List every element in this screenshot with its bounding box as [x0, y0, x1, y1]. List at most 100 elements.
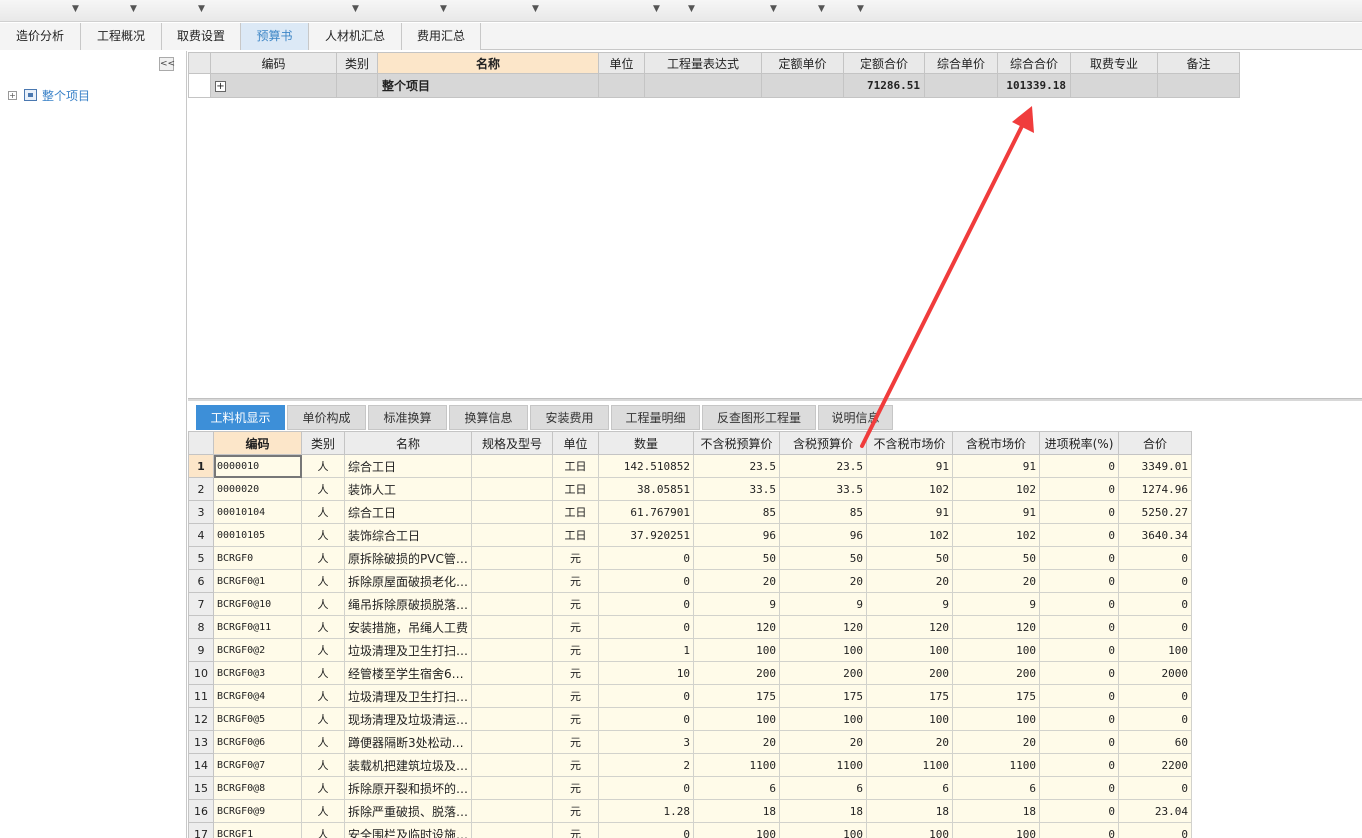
pre-tax-market-price-cell[interactable]: 200 [866, 661, 954, 685]
code-cell[interactable]: BCRGF0@7 [213, 753, 302, 777]
name-cell[interactable]: 拆除原屋面破损老化… [343, 569, 473, 593]
total-cell[interactable]: 5250.27 [1118, 500, 1193, 524]
row-number[interactable]: 2 [188, 477, 214, 501]
unit-cell[interactable]: 工日 [552, 500, 600, 524]
input-tax-rate-cell[interactable]: 0 [1039, 592, 1120, 616]
tax-incl-market-price-cell[interactable]: 18 [952, 799, 1041, 823]
row-number[interactable]: 11 [188, 684, 214, 708]
pre-tax-market-price-cell[interactable]: 120 [866, 615, 954, 639]
column-header[interactable]: 规格及型号 [471, 431, 554, 455]
total-cell[interactable]: 23.04 [1118, 799, 1193, 823]
name-cell[interactable]: 拆除原开裂和损坏的… [343, 776, 473, 800]
pre-tax-market-price-cell[interactable]: 18 [866, 799, 954, 823]
input-tax-rate-cell[interactable]: 0 [1039, 661, 1120, 685]
column-header[interactable]: 单位 [552, 431, 600, 455]
tab-quantity-detail[interactable]: 工程量明细 [611, 405, 700, 430]
chevron-down-icon[interactable]: ▼ [130, 4, 137, 14]
row-number[interactable]: 3 [188, 500, 214, 524]
comp-total-cell[interactable]: 101339.18 [997, 73, 1071, 98]
tree-item-label[interactable]: 整个项目 [42, 87, 90, 104]
spec-cell[interactable] [471, 546, 554, 570]
column-header[interactable]: 类别 [336, 52, 378, 74]
column-header[interactable]: 定额单价 [761, 52, 844, 74]
column-header[interactable]: 单位 [598, 52, 645, 74]
pane-splitter[interactable] [188, 398, 1362, 401]
tab-standard-conversion[interactable]: 标准换算 [368, 405, 447, 430]
unit-cell[interactable]: 元 [552, 546, 600, 570]
expression-cell[interactable] [644, 73, 762, 98]
type-cell[interactable]: 人 [301, 753, 345, 777]
quantity-cell[interactable]: 142.510852 [598, 454, 695, 478]
total-cell[interactable]: 0 [1118, 684, 1193, 708]
table-row[interactable]: 9 BCRGF0@2 人垃圾清理及卫生打扫… 元 1 100 100 100 100 0 100 [188, 638, 1193, 662]
row-number[interactable]: 6 [188, 569, 214, 593]
unit-cell[interactable]: 工日 [552, 477, 600, 501]
table-row[interactable]: 16 BCRGF0@9 人拆除严重破损、脱落… 元 1.28 18 18 18 18 0 23.04 [188, 799, 1193, 823]
table-row[interactable]: 1 0000010 人综合工日 工日 142.510852 23.5 23.5 91 91 0 33… [188, 454, 1193, 478]
tax-incl-market-price-cell[interactable]: 20 [952, 569, 1041, 593]
total-cell[interactable]: 1274.96 [1118, 477, 1193, 501]
total-cell[interactable]: 0 [1118, 615, 1193, 639]
column-header[interactable]: 工程量表达式 [644, 52, 762, 74]
tax-incl-market-price-cell[interactable]: 9 [952, 592, 1041, 616]
name-cell[interactable]: 安装措施，吊绳人工费 [343, 615, 473, 639]
tax-incl-budget-price-cell[interactable]: 120 [779, 615, 868, 639]
column-header[interactable]: 含税预算价 [779, 431, 868, 455]
quantity-cell[interactable]: 0 [598, 615, 695, 639]
name-cell[interactable]: 经管楼至学生宿舍6… [343, 661, 473, 685]
pre-tax-budget-price-cell[interactable]: 120 [693, 615, 781, 639]
tax-incl-market-price-cell[interactable]: 120 [952, 615, 1041, 639]
table-row[interactable]: + 整个项目 71286.51 101339.18 [188, 73, 1240, 98]
unit-cell[interactable]: 元 [552, 753, 600, 777]
expand-icon[interactable]: + [8, 90, 17, 100]
quantity-cell[interactable]: 61.767901 [598, 500, 695, 524]
column-header[interactable]: 定额合价 [843, 52, 925, 74]
code-cell[interactable]: BCRGF0@5 [213, 707, 302, 731]
column-header[interactable]: 不含税市场价 [866, 431, 954, 455]
code-cell[interactable]: 00010105 [213, 523, 302, 547]
tax-incl-market-price-cell[interactable]: 20 [952, 730, 1041, 754]
code-cell[interactable]: 0000020 [213, 477, 302, 501]
tab-installation-fee[interactable]: 安装费用 [530, 405, 609, 430]
input-tax-rate-cell[interactable]: 0 [1039, 684, 1120, 708]
quantity-cell[interactable]: 0 [598, 592, 695, 616]
type-cell[interactable]: 人 [301, 684, 345, 708]
chevron-down-icon[interactable]: ▼ [532, 4, 539, 14]
tax-incl-market-price-cell[interactable]: 91 [952, 500, 1041, 524]
quantity-cell[interactable]: 0 [598, 822, 695, 838]
pre-tax-budget-price-cell[interactable]: 33.5 [693, 477, 781, 501]
quantity-cell[interactable]: 3 [598, 730, 695, 754]
row-number[interactable]: 1 [188, 454, 214, 478]
spec-cell[interactable] [471, 707, 554, 731]
unit-cell[interactable]: 工日 [552, 523, 600, 547]
input-tax-rate-cell[interactable]: 0 [1039, 776, 1120, 800]
chevron-down-icon[interactable]: ▼ [440, 4, 447, 14]
code-cell[interactable]: + [210, 73, 337, 98]
table-row[interactable]: 12 BCRGF0@5 人现场清理及垃圾清运… 元 0 100 100 100 100 0 0 [188, 707, 1193, 731]
tab-budget-book[interactable]: 预算书 [241, 23, 309, 50]
column-header[interactable]: 综合单价 [924, 52, 998, 74]
pre-tax-budget-price-cell[interactable]: 175 [693, 684, 781, 708]
row-number[interactable]: 17 [188, 822, 214, 838]
unit-cell[interactable]: 元 [552, 684, 600, 708]
spec-cell[interactable] [471, 661, 554, 685]
type-cell[interactable]: 人 [301, 592, 345, 616]
type-cell[interactable]: 人 [301, 707, 345, 731]
unit-cell[interactable]: 元 [552, 776, 600, 800]
tax-incl-budget-price-cell[interactable]: 20 [779, 569, 868, 593]
expand-icon[interactable]: + [215, 81, 226, 92]
input-tax-rate-cell[interactable]: 0 [1039, 500, 1120, 524]
type-cell[interactable]: 人 [301, 500, 345, 524]
chevron-down-icon[interactable]: ▼ [352, 4, 359, 14]
total-cell[interactable]: 60 [1118, 730, 1193, 754]
tab-fee-settings[interactable]: 取费设置 [162, 23, 241, 50]
name-cell[interactable]: 安全围栏及临时设施… [343, 822, 473, 838]
input-tax-rate-cell[interactable]: 0 [1039, 477, 1120, 501]
row-number[interactable]: 7 [188, 592, 214, 616]
column-header[interactable]: 数量 [598, 431, 695, 455]
total-cell[interactable]: 0 [1118, 707, 1193, 731]
tax-incl-budget-price-cell[interactable]: 100 [779, 822, 868, 838]
quantity-cell[interactable]: 1 [598, 638, 695, 662]
name-cell[interactable]: 原拆除破损的PVC管… [343, 546, 473, 570]
column-header[interactable]: 取费专业 [1070, 52, 1158, 74]
